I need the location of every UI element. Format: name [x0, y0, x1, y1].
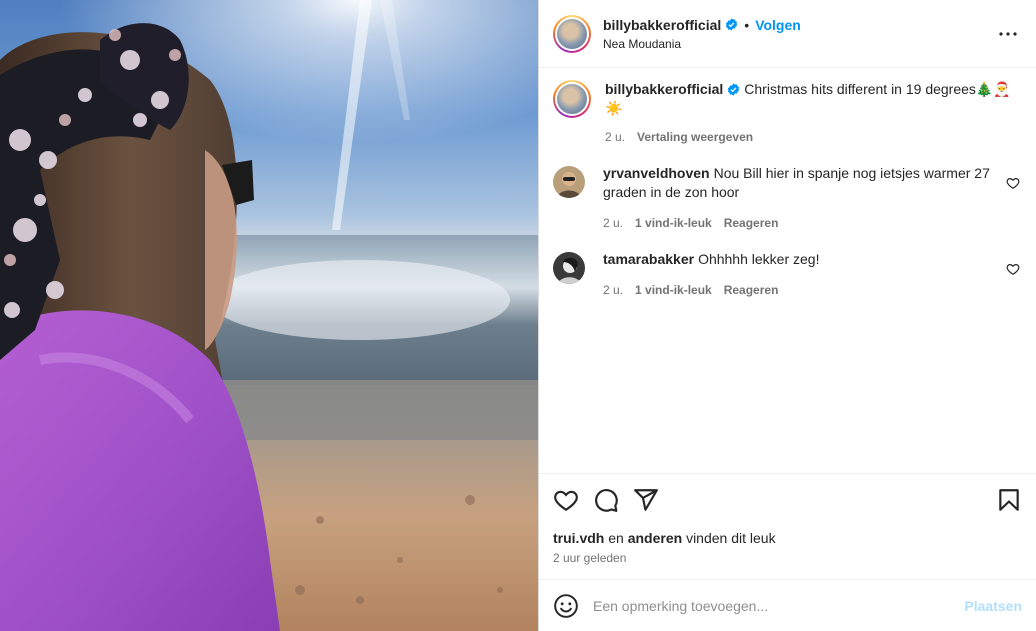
- caption-username[interactable]: billybakkerofficial: [605, 81, 723, 97]
- comment-like-heart-icon[interactable]: [1006, 176, 1020, 190]
- likes-and: en: [608, 530, 624, 546]
- commenter-avatar[interactable]: [553, 252, 585, 284]
- caption-time[interactable]: 2 u.: [605, 130, 625, 144]
- comment-time[interactable]: 2 u.: [603, 283, 623, 297]
- liker-username[interactable]: trui.vdh: [553, 530, 604, 546]
- comment-item: tamarabakker Ohhhhh lekker zeg! 2 u. 1 vi…: [553, 250, 1020, 297]
- commenter-avatar[interactable]: [553, 166, 585, 198]
- comment-input[interactable]: [593, 597, 965, 614]
- author-username[interactable]: billybakkerofficial: [603, 17, 721, 33]
- comment-item: yrvanveldhoven Nou Bill hier in spanje no…: [553, 164, 1020, 230]
- author-avatar[interactable]: [553, 14, 591, 53]
- emoji-icon[interactable]: [553, 593, 579, 619]
- bookmark-icon[interactable]: [996, 487, 1022, 513]
- post-photo[interactable]: [0, 0, 538, 631]
- comment-username[interactable]: tamarabakker: [603, 251, 694, 267]
- comment-likes[interactable]: 1 vind-ik-leuk: [635, 283, 712, 297]
- instagram-post-modal: billybakkerofficial • Volgen Nea Moudani…: [0, 0, 1036, 631]
- more-options-icon[interactable]: [996, 22, 1020, 46]
- comment-text: Ohhhhh lekker zeg!: [698, 251, 820, 267]
- likes-summary: trui.vdh en anderen vinden dit leuk: [553, 530, 1022, 546]
- reply-button[interactable]: Reageren: [724, 283, 779, 297]
- post-comment-button[interactable]: Plaatsen: [964, 598, 1022, 614]
- verified-badge-icon: [726, 18, 738, 31]
- post-location[interactable]: Nea Moudania: [603, 37, 996, 51]
- reply-button[interactable]: Reageren: [724, 216, 779, 230]
- caption: billybakkerofficial Christmas hits differ…: [553, 80, 1020, 144]
- heart-icon[interactable]: [553, 487, 579, 513]
- follow-button[interactable]: Volgen: [755, 17, 801, 33]
- share-icon[interactable]: [633, 487, 659, 513]
- likes-rest: vinden dit leuk: [686, 530, 776, 546]
- separator-dot: •: [744, 16, 750, 33]
- comment-like-heart-icon[interactable]: [1006, 262, 1020, 276]
- post-header: billybakkerofficial • Volgen Nea Moudani…: [539, 0, 1036, 68]
- post-details-panel: billybakkerofficial • Volgen Nea Moudani…: [538, 0, 1036, 631]
- likes-others-link[interactable]: anderen: [628, 530, 682, 546]
- comment-username[interactable]: yrvanveldhoven: [603, 165, 710, 181]
- post-timestamp[interactable]: 2 uur geleden: [553, 551, 1022, 565]
- comment-likes[interactable]: 1 vind-ik-leuk: [635, 216, 712, 230]
- comment-time[interactable]: 2 u.: [603, 216, 623, 230]
- comment-icon[interactable]: [593, 487, 619, 513]
- author-info: billybakkerofficial • Volgen Nea Moudani…: [603, 17, 996, 51]
- caption-avatar[interactable]: [553, 80, 591, 118]
- add-comment-bar: Plaatsen: [539, 579, 1036, 631]
- photo-illustration: [0, 0, 538, 631]
- action-icons: [553, 486, 1022, 514]
- post-actions: trui.vdh en anderen vinden dit leuk 2 uu…: [539, 473, 1036, 565]
- comments-list: billybakkerofficial Christmas hits differ…: [539, 68, 1036, 473]
- verified-badge-icon: [728, 83, 740, 96]
- translate-button[interactable]: Vertaling weergeven: [637, 130, 753, 144]
